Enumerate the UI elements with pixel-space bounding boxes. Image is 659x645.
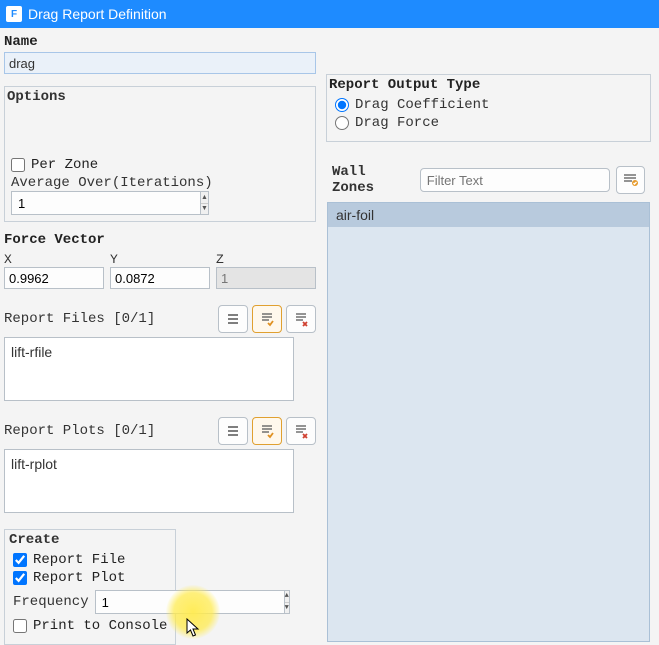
report-file-label: Report File [33, 552, 125, 568]
create-group: Create Report File Report Plot Frequency… [4, 529, 176, 645]
report-files-select-all-button[interactable] [252, 305, 282, 333]
create-header: Create [5, 530, 175, 550]
report-plot-checkbox[interactable] [13, 571, 27, 585]
wall-zones-label: Wall Zones [332, 164, 414, 196]
list-icon [225, 311, 241, 327]
report-files-listbox[interactable]: lift-rfile [4, 337, 294, 401]
filter-dropdown-icon [621, 171, 639, 189]
app-icon: F [6, 6, 22, 22]
window-title: Drag Report Definition [28, 6, 167, 22]
report-files-deselect-button[interactable] [286, 305, 316, 333]
force-x-label: X [4, 252, 104, 267]
force-y-input[interactable] [110, 267, 210, 289]
per-zone-checkbox-row[interactable]: Per Zone [11, 157, 309, 173]
wall-zones-filter-button[interactable] [616, 166, 645, 194]
force-z-label: Z [216, 252, 316, 267]
drag-coefficient-radio-row[interactable]: Drag Coefficient [335, 97, 650, 113]
name-input[interactable] [4, 52, 316, 74]
list-check-icon [259, 423, 275, 439]
drag-coefficient-label: Drag Coefficient [355, 97, 489, 113]
frequency-label: Frequency [13, 594, 89, 610]
output-type-group: Report Output Type Drag Coefficient Drag… [326, 74, 651, 142]
report-plots-title: Report Plots [0/1] [4, 423, 155, 439]
list-item[interactable]: air-foil [328, 203, 649, 227]
titlebar: F Drag Report Definition [0, 0, 659, 28]
list-x-icon [293, 423, 309, 439]
name-label: Name [4, 34, 316, 50]
list-x-icon [293, 311, 309, 327]
report-file-checkbox-row[interactable]: Report File [13, 552, 167, 568]
print-console-checkbox-row[interactable]: Print to Console [13, 618, 167, 634]
wall-zones-listbox[interactable]: air-foil [327, 202, 650, 642]
print-console-label: Print to Console [33, 618, 167, 634]
report-plots-list-button[interactable] [218, 417, 248, 445]
spinner-down-icon[interactable]: ▼ [285, 603, 289, 614]
frequency-input[interactable] [95, 590, 284, 614]
per-zone-checkbox[interactable] [11, 158, 25, 172]
print-console-checkbox[interactable] [13, 619, 27, 633]
spinner-up-icon[interactable]: ▲ [201, 192, 208, 204]
list-item[interactable]: lift-rplot [11, 456, 287, 472]
report-file-checkbox[interactable] [13, 553, 27, 567]
drag-force-label: Drag Force [355, 115, 439, 131]
report-plots-select-all-button[interactable] [252, 417, 282, 445]
output-type-header: Report Output Type [327, 75, 650, 95]
report-files-title: Report Files [0/1] [4, 311, 155, 327]
force-y-label: Y [110, 252, 210, 267]
list-icon [225, 423, 241, 439]
options-header: Options [5, 87, 315, 109]
list-item[interactable]: lift-rfile [11, 344, 287, 360]
list-check-icon [259, 311, 275, 327]
force-vector-header: Force Vector [4, 232, 316, 248]
options-group: Options Per Zone Average Over(Iterations… [4, 86, 316, 222]
report-plots-deselect-button[interactable] [286, 417, 316, 445]
force-x-input[interactable] [4, 267, 104, 289]
force-z-input [216, 267, 316, 289]
spinner-down-icon[interactable]: ▼ [201, 204, 208, 215]
average-over-spinner[interactable]: ▲ ▼ [200, 191, 209, 215]
wall-zones-filter-input[interactable] [420, 168, 610, 192]
average-over-input[interactable] [11, 191, 200, 215]
drag-coefficient-radio[interactable] [335, 98, 349, 112]
report-files-list-button[interactable] [218, 305, 248, 333]
report-plot-checkbox-row[interactable]: Report Plot [13, 570, 167, 586]
per-zone-label: Per Zone [31, 157, 98, 173]
spinner-up-icon[interactable]: ▲ [285, 591, 289, 603]
average-over-label: Average Over(Iterations) [11, 175, 309, 191]
frequency-spinner[interactable]: ▲ ▼ [284, 590, 290, 614]
report-plots-listbox[interactable]: lift-rplot [4, 449, 294, 513]
report-plot-label: Report Plot [33, 570, 125, 586]
drag-force-radio-row[interactable]: Drag Force [335, 115, 650, 131]
drag-force-radio[interactable] [335, 116, 349, 130]
